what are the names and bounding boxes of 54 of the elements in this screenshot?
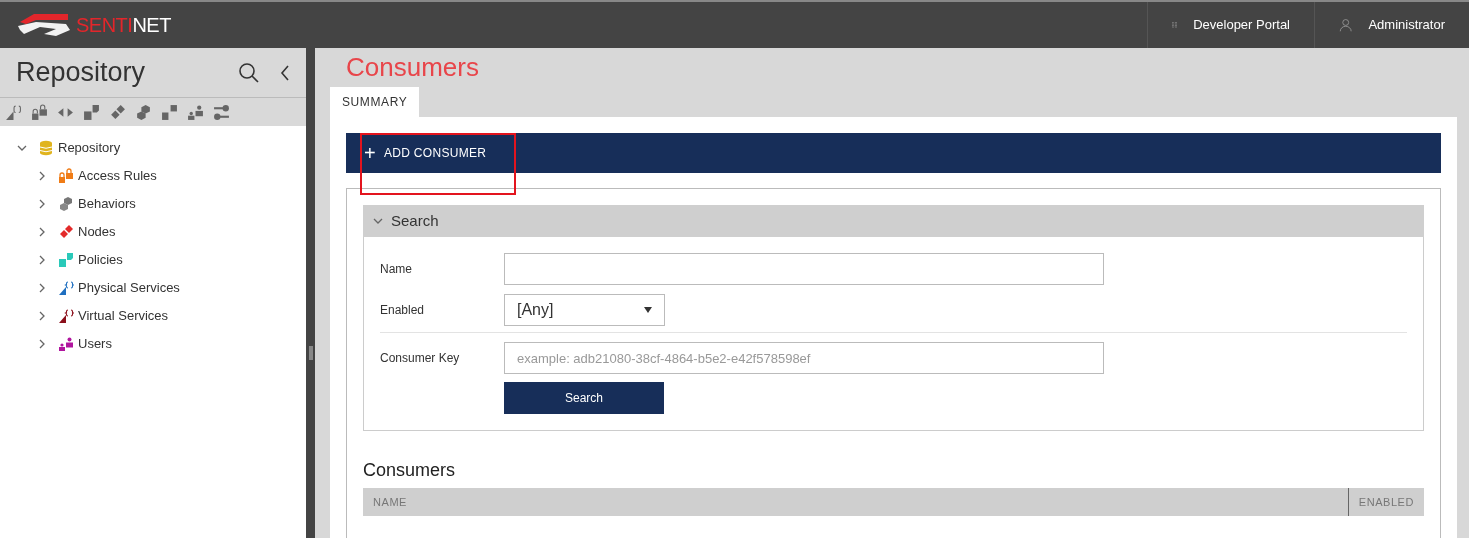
diamonds-icon — [58, 224, 74, 240]
database-icon — [38, 140, 54, 156]
tree-item[interactable]: Policies — [78, 250, 123, 270]
chevron-right-icon[interactable] — [37, 255, 47, 265]
keys-icon[interactable] — [213, 103, 230, 121]
lock-icon[interactable] — [31, 103, 48, 121]
tree-item[interactable]: Behaviors — [78, 194, 136, 214]
collapse-icon[interactable] — [280, 63, 290, 82]
search-icon[interactable] — [238, 61, 260, 84]
page-title: Consumers — [345, 51, 480, 84]
hexagons-icon — [58, 196, 74, 212]
dropdown-arrow-icon — [644, 307, 652, 313]
chevron-right-icon[interactable] — [37, 311, 47, 321]
tree-item[interactable]: Users — [78, 334, 112, 354]
tree-item[interactable]: Nodes — [78, 222, 116, 242]
logo-text: SENTINET — [76, 13, 171, 38]
tree-item[interactable]: Access Rules — [78, 166, 157, 186]
chevron-down-icon[interactable] — [17, 143, 27, 153]
text-field[interactable] — [504, 253, 1104, 285]
lock-icon — [58, 168, 74, 184]
chevron-right-icon[interactable] — [37, 199, 47, 209]
triangle-braces-icon — [58, 280, 74, 296]
squares-icon[interactable] — [83, 103, 100, 121]
users-icon[interactable] — [187, 103, 204, 121]
tree-item[interactable]: Repository — [58, 138, 121, 158]
triangle-braces-icon — [58, 308, 74, 324]
chevron-right-icon[interactable] — [37, 171, 47, 181]
chevron-right-icon[interactable] — [37, 283, 47, 293]
field-label: Name — [380, 261, 413, 278]
squares-icon — [58, 252, 74, 268]
header-link[interactable]: Developer Portal — [1147, 2, 1314, 48]
blocks-icon[interactable] — [161, 103, 178, 121]
tree-item[interactable]: Physical Services — [78, 278, 180, 298]
chevron-down-icon[interactable] — [373, 216, 383, 226]
text-field[interactable]: example: adb21080-38cf-4864-b5e2-e42f578598ef — [504, 342, 1104, 374]
user-icon — [1339, 17, 1353, 33]
triangle-braces-icon[interactable] — [5, 103, 22, 121]
diamonds-icon[interactable] — [109, 103, 126, 121]
hexagons-icon[interactable] — [135, 103, 152, 121]
search-section-header[interactable]: Search — [363, 205, 1424, 237]
chevron-right-icon[interactable] — [37, 227, 47, 237]
sidebar-title: Repository — [16, 56, 146, 90]
header-link[interactable]: Administrator — [1314, 2, 1469, 48]
chevron-right-icon[interactable] — [37, 339, 47, 349]
tab[interactable]: SUMMARY — [330, 87, 420, 117]
users-icon — [58, 336, 74, 352]
field-label: Consumer Key — [380, 350, 461, 367]
tree-item[interactable]: Virtual Services — [78, 306, 169, 326]
field-label: Enabled — [380, 302, 426, 319]
add-consumer-button[interactable]: + ADD CONSUMER — [364, 143, 487, 163]
dropdown[interactable]: [Any] — [504, 294, 665, 326]
search-button[interactable]: Search — [504, 382, 664, 414]
section-title: Consumers — [363, 459, 457, 482]
logo-icon — [16, 12, 72, 38]
